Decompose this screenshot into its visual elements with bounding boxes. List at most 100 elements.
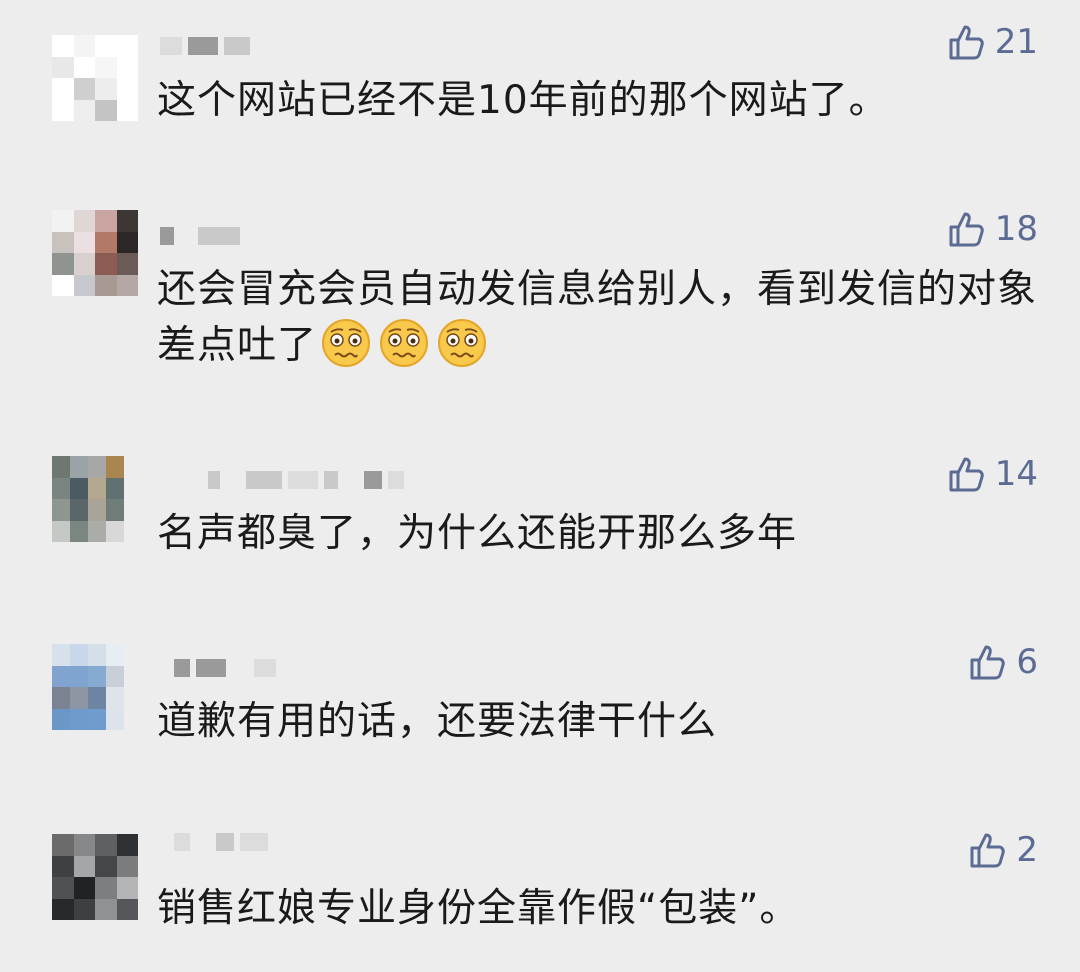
avatar-mosaic-tile [95, 274, 117, 296]
avatar-mosaic-tile [52, 708, 70, 730]
avatar-mosaic-tile [106, 477, 124, 499]
avatar[interactable] [52, 644, 124, 730]
emoji-row [321, 318, 487, 368]
avatar-mosaic-tile [70, 477, 88, 499]
avatar-mosaic-tile [52, 499, 70, 521]
avatar-mosaic-tile [73, 834, 95, 856]
like-button[interactable]: 2 [968, 828, 1038, 872]
avatar-mosaic-tile [106, 456, 124, 478]
avatar-mosaic-tile [106, 665, 124, 687]
avatar-mosaic-tile [52, 520, 70, 542]
nickname-blurred[interactable] [160, 226, 240, 246]
like-button[interactable]: 18 [947, 207, 1038, 251]
avatar-mosaic-tile [116, 855, 138, 877]
avatar-mosaic-tile [52, 477, 70, 499]
avatar-mosaic-tile [88, 644, 106, 666]
nickname-blurred[interactable] [174, 658, 276, 678]
like-button[interactable]: 14 [947, 452, 1038, 496]
avatar-mosaic-tile [95, 35, 117, 57]
avatar-mosaic-tile [116, 231, 138, 253]
avatar-mosaic-tile [73, 898, 95, 920]
avatar-mosaic-tile [73, 855, 95, 877]
avatar-mosaic-tile [116, 56, 138, 78]
avatar-mosaic-tile [73, 56, 95, 78]
avatar-mosaic-tile [70, 644, 88, 666]
avatar-mosaic-tile [116, 877, 138, 899]
comment-text: 还会冒充会员自动发信息给别人，看到发信的对象差点吐了 [157, 262, 1040, 374]
avatar-mosaic-tile [52, 99, 74, 121]
avatar-mosaic-tile [95, 210, 117, 232]
thumbs-up-icon [949, 25, 984, 60]
avatar-mosaic-tile [52, 456, 70, 478]
comment-text: 销售红娘专业身份全靠作假“包装”。 [157, 886, 800, 931]
avatar-mosaic-tile [95, 253, 117, 275]
avatar[interactable] [52, 210, 138, 296]
avatar-mosaic-tile [95, 877, 117, 899]
avatar-mosaic-tile [70, 687, 88, 709]
like-button[interactable]: 6 [968, 640, 1038, 684]
avatar-mosaic-tile [95, 56, 117, 78]
avatar-mosaic-tile [52, 665, 70, 687]
avatar-mosaic-tile [73, 274, 95, 296]
avatar[interactable] [52, 456, 124, 542]
avatar-mosaic-tile [52, 644, 70, 666]
avatar-mosaic-tile [52, 834, 74, 856]
avatar-mosaic-tile [116, 35, 138, 57]
thumbs-up-icon [970, 645, 1006, 680]
like-count: 6 [1016, 642, 1038, 682]
nickname-blurred[interactable] [208, 470, 404, 490]
avatar-mosaic-tile [88, 477, 106, 499]
avatar-mosaic-tile [70, 665, 88, 687]
avatar-mosaic-tile [88, 687, 106, 709]
avatar-mosaic-tile [52, 35, 74, 57]
thumbs-up-icon [949, 212, 984, 247]
avatar-mosaic-tile [52, 253, 74, 275]
like-count: 18 [994, 209, 1038, 249]
avatar-mosaic-tile [95, 99, 117, 121]
avatar-mosaic-tile [73, 231, 95, 253]
avatar-mosaic-tile [73, 99, 95, 121]
avatar-mosaic-tile [52, 274, 74, 296]
avatar-mosaic-tile [73, 210, 95, 232]
avatar-mosaic-tile [52, 56, 74, 78]
avatar-mosaic-tile [70, 456, 88, 478]
comment-text: 道歉有用的话，还要法律干什么 [157, 699, 718, 744]
like-count: 2 [1016, 830, 1038, 870]
avatar-mosaic-tile [52, 231, 74, 253]
avatar-mosaic-tile [88, 708, 106, 730]
avatar-mosaic-tile [106, 520, 124, 542]
comment-text: 名声都臭了，为什么还能开那么多年 [157, 511, 798, 556]
avatar[interactable] [52, 834, 138, 920]
avatar-mosaic-tile [88, 520, 106, 542]
avatar-mosaic-tile [106, 499, 124, 521]
avatar-mosaic-tile [88, 499, 106, 521]
avatar-mosaic-tile [116, 898, 138, 920]
nickname-blurred[interactable] [160, 36, 250, 56]
avatar-mosaic-tile [70, 499, 88, 521]
nickname-blurred[interactable] [174, 832, 268, 852]
comment-text-content: 还会冒充会员自动发信息给别人，看到发信的对象差点吐了 [157, 267, 1038, 368]
avatar-mosaic-tile [116, 253, 138, 275]
avatar-mosaic-tile [73, 253, 95, 275]
avatar-mosaic-tile [88, 456, 106, 478]
like-button[interactable]: 21 [947, 20, 1038, 64]
avatar-mosaic-tile [52, 210, 74, 232]
avatar-mosaic-tile [106, 708, 124, 730]
thumbs-up-icon [949, 457, 984, 492]
like-count: 21 [994, 22, 1038, 62]
avatar[interactable] [52, 35, 138, 121]
avatar-mosaic-tile [52, 898, 74, 920]
avatar-mosaic-tile [95, 855, 117, 877]
avatar-mosaic-tile [73, 35, 95, 57]
avatar-mosaic-tile [73, 877, 95, 899]
avatar-mosaic-tile [52, 78, 74, 100]
avatar-mosaic-tile [116, 99, 138, 121]
like-count: 14 [994, 454, 1038, 494]
woozy-face-icon [438, 319, 487, 367]
avatar-mosaic-tile [95, 898, 117, 920]
woozy-face-icon [380, 319, 429, 367]
avatar-mosaic-tile [106, 687, 124, 709]
avatar-mosaic-tile [116, 78, 138, 100]
avatar-mosaic-tile [116, 210, 138, 232]
avatar-mosaic-tile [52, 687, 70, 709]
